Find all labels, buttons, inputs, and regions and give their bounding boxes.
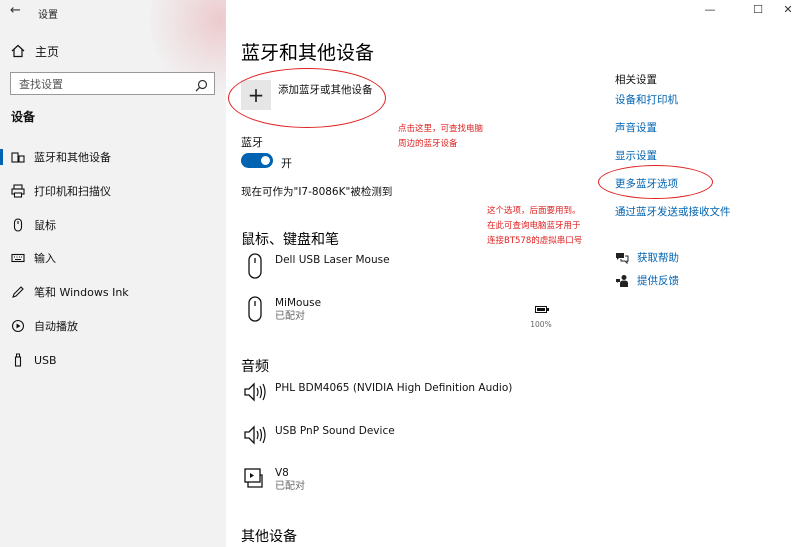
- home-icon: [10, 43, 26, 59]
- page-title: 蓝牙和其他设备: [241, 42, 375, 64]
- device-status: 已配对: [275, 481, 305, 492]
- link-sound-settings[interactable]: 声音设置: [615, 120, 657, 135]
- speaker-icon: [243, 381, 267, 409]
- get-help-link[interactable]: 获取帮助: [615, 250, 679, 265]
- discoverable-text: 现在可作为"I7-8086K"被检测到: [241, 186, 393, 198]
- speaker-icon: [243, 424, 267, 452]
- device-name: MiMouse: [275, 297, 322, 309]
- keyboard-icon: [10, 250, 26, 266]
- battery-indicator: 100%: [530, 298, 552, 329]
- mouse-icon: [243, 296, 267, 324]
- sidebar-item-autoplay[interactable]: 自动播放: [0, 311, 226, 341]
- printer-icon: [10, 183, 26, 199]
- feedback-link[interactable]: 提供反馈: [615, 273, 679, 288]
- device-status: 已配对: [275, 311, 305, 322]
- search-box[interactable]: [10, 72, 215, 95]
- related-settings-title: 相关设置: [615, 74, 657, 86]
- sidebar-item-input[interactable]: 输入: [0, 243, 226, 273]
- get-help-label: 获取帮助: [637, 252, 679, 264]
- help-chat-icon: [615, 251, 629, 265]
- section-title: 设备: [11, 110, 36, 124]
- sidebar-item-label: 自动播放: [34, 320, 78, 333]
- link-bluetooth-file-transfer[interactable]: 通过蓝牙发送或接收文件: [615, 204, 731, 219]
- nav-home[interactable]: 主页: [10, 41, 59, 61]
- link-devices-printers[interactable]: 设备和打印机: [615, 92, 678, 107]
- media-device-icon: [243, 466, 267, 494]
- annotation-line: 周边的蓝牙设备: [398, 139, 458, 149]
- minimize-button[interactable]: —: [700, 3, 720, 16]
- app-title: 设置: [38, 10, 58, 21]
- annotation-line: 点击这里，可查找电脑: [398, 124, 484, 134]
- device-mimouse[interactable]: MiMouse 已配对: [243, 296, 321, 324]
- mouse-section-title: 鼠标、键盘和笔: [241, 232, 339, 248]
- sidebar-item-usb[interactable]: USB: [0, 345, 226, 375]
- device-v8[interactable]: V8 已配对: [243, 466, 305, 494]
- feedback-label: 提供反馈: [637, 275, 679, 287]
- device-name: Dell USB Laser Mouse: [275, 254, 390, 266]
- annotation-line: 在此可查询电脑蓝牙用于: [487, 221, 581, 231]
- sidebar-item-label: 蓝牙和其他设备: [34, 151, 111, 164]
- sidebar-item-pen[interactable]: 笔和 Windows Ink: [0, 277, 226, 307]
- annotation-note-1: 点击这里，可查找电脑 周边的蓝牙设备: [398, 122, 483, 152]
- nav-home-label: 主页: [35, 44, 60, 59]
- sidebar-item-label: 打印机和扫描仪: [34, 185, 111, 198]
- link-display-settings[interactable]: 显示设置: [615, 148, 657, 163]
- audio-section-title: 音频: [241, 359, 269, 375]
- annotation-ellipse-add-device: [228, 68, 386, 128]
- bluetooth-devices-icon: [10, 149, 26, 165]
- toggle-knob: [261, 156, 270, 165]
- bluetooth-state: 开: [281, 157, 292, 170]
- mouse-icon: [243, 253, 267, 281]
- battery-percent: 100%: [530, 320, 552, 329]
- feedback-icon: [615, 274, 629, 288]
- sidebar: ← 设置 主页 设备 蓝牙和其他设备 打印机和扫描仪 鼠标 输入: [0, 0, 226, 547]
- battery-icon: [535, 306, 549, 313]
- mouse-icon: [10, 217, 26, 233]
- back-arrow-icon[interactable]: ←: [10, 3, 21, 18]
- bluetooth-label: 蓝牙: [241, 136, 263, 149]
- device-dell-mouse[interactable]: Dell USB Laser Mouse: [243, 253, 390, 281]
- search-input[interactable]: [11, 74, 181, 95]
- sidebar-item-label: 输入: [34, 252, 56, 265]
- sidebar-item-label: 笔和 Windows Ink: [34, 286, 129, 299]
- sidebar-item-bluetooth[interactable]: 蓝牙和其他设备: [0, 142, 226, 172]
- search-icon[interactable]: [195, 77, 208, 96]
- device-phl-audio[interactable]: PHL BDM4065 (NVIDIA High Definition Audi…: [243, 381, 512, 409]
- annotation-line: 这个选项，后面要用到。: [487, 206, 581, 216]
- other-section-title: 其他设备: [241, 529, 297, 545]
- sidebar-item-printers[interactable]: 打印机和扫描仪: [0, 176, 226, 206]
- annotation-note-2: 这个选项，后面要用到。 在此可查询电脑蓝牙用于 连接BT578的虚拟串口号: [487, 204, 582, 249]
- autoplay-icon: [10, 318, 26, 334]
- device-name: PHL BDM4065 (NVIDIA High Definition Audi…: [275, 382, 513, 394]
- pen-icon: [10, 284, 26, 300]
- usb-icon: [10, 352, 26, 368]
- device-usb-sound[interactable]: USB PnP Sound Device: [243, 424, 395, 452]
- annotation-ellipse-more-bluetooth: [598, 165, 713, 199]
- bluetooth-toggle[interactable]: [241, 153, 273, 168]
- device-name: USB PnP Sound Device: [275, 425, 395, 437]
- device-name: V8: [275, 467, 289, 479]
- sidebar-item-label: 鼠标: [34, 219, 56, 232]
- close-button[interactable]: ✕: [778, 3, 798, 16]
- annotation-line: 连接BT578的虚拟串口号: [487, 236, 583, 246]
- maximize-button[interactable]: ☐: [748, 3, 768, 16]
- sidebar-item-label: USB: [34, 353, 57, 367]
- sidebar-item-mouse[interactable]: 鼠标: [0, 210, 226, 240]
